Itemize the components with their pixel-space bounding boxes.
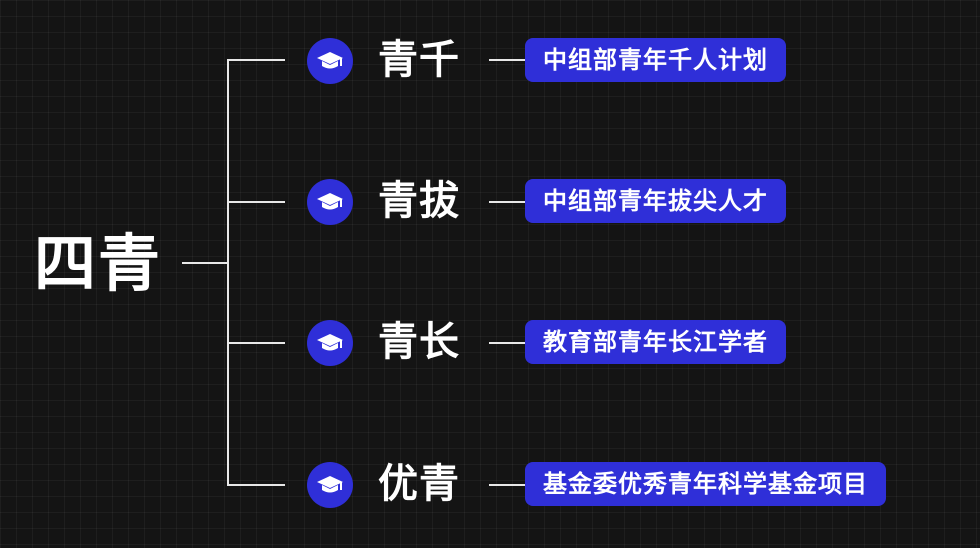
root-connector [182,262,228,264]
root-title: 四青 [34,227,163,300]
branch-label: 青拔 [378,177,460,224]
label-connector [489,59,525,61]
branch-description: 中组部青年千人计划 [525,38,786,82]
graduation-cap-icon [307,38,353,84]
branch-label: 青千 [378,36,460,83]
branch-label: 青长 [378,318,460,365]
label-connector [489,201,525,203]
branch-connector [227,201,285,203]
graduation-cap-icon [307,462,353,508]
branch-label: 优青 [378,460,460,507]
branch-connector [227,484,285,486]
branch-connector [227,342,285,344]
graduation-cap-icon [307,320,353,366]
graduation-cap-icon [307,179,353,225]
branch-description: 中组部青年拔尖人才 [525,179,786,223]
trunk-line [227,59,229,486]
label-connector [489,484,525,486]
branch-description: 基金委优秀青年科学基金项目 [525,462,886,506]
label-connector [489,342,525,344]
branch-connector [227,59,285,61]
branch-description: 教育部青年长江学者 [525,320,786,364]
